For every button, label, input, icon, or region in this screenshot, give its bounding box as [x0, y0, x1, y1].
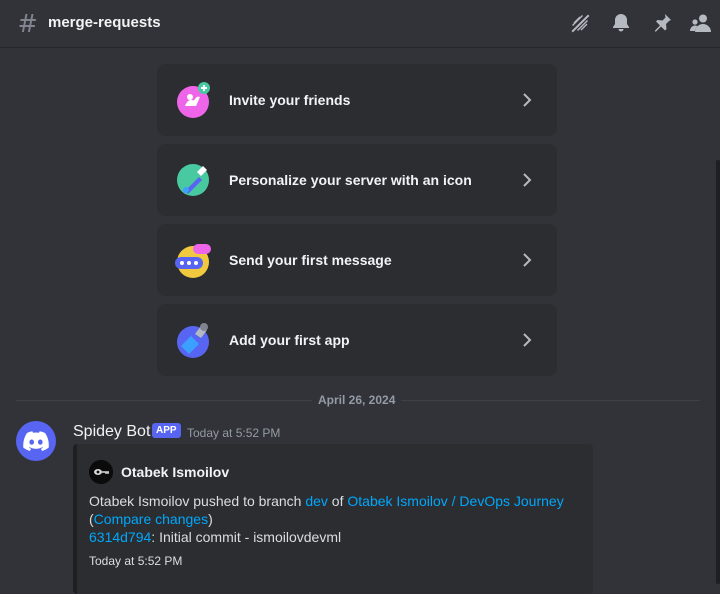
avatar[interactable]: [16, 421, 56, 461]
embed-commit-line: 6314d794: Initial commit - ismoilovdevml: [89, 529, 341, 545]
threads-icon[interactable]: [568, 11, 592, 35]
channel-header: merge-requests: [0, 0, 720, 48]
personalize-icon: [177, 164, 209, 196]
embed-footer-timestamp: Today at 5:52 PM: [89, 554, 183, 568]
card-label: Add your first app: [229, 332, 350, 348]
chevron-right-icon: [523, 253, 532, 267]
invite-friends-icon: [177, 82, 210, 118]
date-divider-label: April 26, 2024: [312, 393, 402, 407]
hashtag-icon: [19, 14, 36, 32]
scrollbar[interactable]: [716, 160, 720, 584]
chevron-right-icon: [523, 173, 532, 187]
card-label: Invite your friends: [229, 92, 351, 108]
first-app-card[interactable]: Add your first app: [157, 304, 557, 376]
embed-text: Otabek Ismoilov pushed to branch: [89, 493, 306, 509]
embed-author-name[interactable]: Otabek Ismoilov: [121, 464, 229, 480]
pin-icon[interactable]: [650, 11, 674, 35]
repo-link[interactable]: Otabek Ismoilov / DevOps Journey: [347, 493, 563, 509]
first-message-card[interactable]: Send your first message: [157, 224, 557, 296]
embed-avatar-image: [89, 460, 113, 484]
embed-description-line-2: (Compare changes): [89, 511, 213, 527]
first-app-icon: [177, 323, 209, 358]
app-badge: APP: [152, 423, 181, 438]
commit-message: : Initial commit - ismoilovdevml: [151, 529, 342, 545]
card-label: Send your first message: [229, 252, 392, 268]
card-label: Personalize your server with an icon: [229, 172, 472, 188]
channel-name: merge-requests: [48, 14, 161, 31]
compare-changes-link[interactable]: Compare changes: [94, 511, 208, 527]
chevron-right-icon: [523, 333, 532, 347]
message-embed: Otabek Ismoilov Otabek Ismoilov pushed t…: [73, 444, 593, 594]
embed-text: of: [327, 493, 348, 509]
personalize-server-card[interactable]: Personalize your server with an icon: [157, 144, 557, 216]
embed-description-line-1: Otabek Ismoilov pushed to branch dev of …: [89, 493, 564, 509]
embed-author-avatar: [89, 460, 113, 484]
first-message-icon: [175, 244, 211, 278]
message-author[interactable]: Spidey Bot: [73, 423, 150, 441]
bell-icon[interactable]: [609, 11, 633, 35]
member-list-icon[interactable]: [689, 11, 713, 35]
invite-friends-card[interactable]: Invite your friends: [157, 64, 557, 136]
chevron-right-icon: [523, 93, 532, 107]
embed-text: ): [208, 511, 213, 527]
branch-link[interactable]: dev: [305, 493, 328, 509]
message-timestamp: Today at 5:52 PM: [187, 426, 281, 440]
commit-hash-link[interactable]: 6314d794: [89, 529, 151, 545]
discord-logo-icon: [23, 431, 49, 451]
